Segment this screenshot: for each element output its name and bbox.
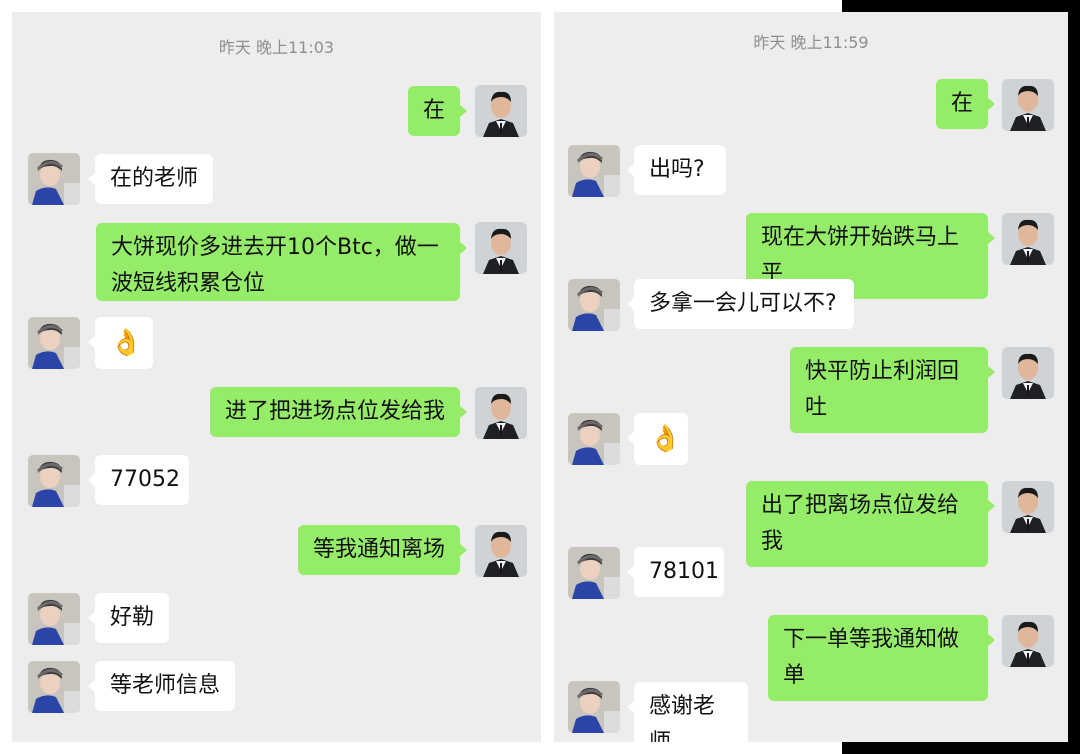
avatar-sender[interactable]	[475, 387, 527, 439]
message-bubble-sent[interactable]: 大饼现价多进去开10个Btc，做一波短线积累仓位	[96, 223, 467, 301]
message-bubble-sent[interactable]: 下一单等我通知做单	[768, 615, 995, 701]
avatar-contact[interactable]	[568, 681, 620, 733]
avatar-sender[interactable]	[475, 525, 527, 577]
avatar-sender[interactable]	[1002, 481, 1054, 533]
message-bubble-received[interactable]: 👌	[88, 317, 153, 369]
message-bubble-received[interactable]: 78101	[627, 547, 724, 597]
message-bubble-sent[interactable]: 等我通知离场	[298, 525, 467, 575]
message-bubble-sent[interactable]: 在	[408, 86, 467, 136]
avatar-sender[interactable]	[1002, 347, 1054, 399]
avatar-contact[interactable]	[568, 279, 620, 331]
avatar-sender[interactable]	[475, 85, 527, 137]
avatar-contact[interactable]	[28, 593, 80, 645]
avatar-contact[interactable]	[28, 661, 80, 713]
message-bubble-received[interactable]: 多拿一会儿可以不?	[627, 279, 854, 329]
avatar-sender[interactable]	[1002, 213, 1054, 265]
message-bubble-sent[interactable]: 进了把进场点位发给我	[210, 387, 467, 437]
avatar-sender[interactable]	[1002, 79, 1054, 131]
avatar-contact[interactable]	[28, 317, 80, 369]
timestamp: 昨天 晚上11:59	[753, 33, 869, 52]
message-bubble-received[interactable]: 77052	[88, 455, 189, 505]
message-bubble-received[interactable]: 在的老师	[88, 154, 213, 204]
message-bubble-received[interactable]: 感谢老师	[627, 682, 748, 742]
avatar-sender[interactable]	[475, 222, 527, 274]
avatar-contact[interactable]	[568, 145, 620, 197]
timestamp: 昨天 晚上11:03	[218, 38, 335, 57]
avatar-contact[interactable]	[28, 153, 80, 205]
message-bubble-received[interactable]: 好勒	[88, 593, 169, 643]
avatar-contact[interactable]	[568, 547, 620, 599]
chat-screenshot-left: 昨天 晚上11:03 在 在的老师 大饼现价多进去开10个Btc，做一波短线积累…	[12, 12, 541, 742]
message-bubble-sent[interactable]: 出了把离场点位发给我	[746, 481, 995, 567]
avatar-contact[interactable]	[28, 455, 80, 507]
message-bubble-sent[interactable]: 在	[936, 79, 995, 129]
avatar-sender[interactable]	[1002, 615, 1054, 667]
message-bubble-received[interactable]: 出吗?	[627, 145, 726, 195]
chat-screenshot-right: 昨天 晚上11:59 在 出吗? 现在大饼开始跌马上平 多拿一会儿可以不? 快平…	[554, 12, 1068, 742]
message-bubble-sent[interactable]: 快平防止利润回吐	[790, 347, 995, 433]
avatar-contact[interactable]	[568, 413, 620, 465]
message-bubble-received[interactable]: 👌	[627, 413, 688, 465]
message-bubble-received[interactable]: 等老师信息	[88, 661, 235, 711]
